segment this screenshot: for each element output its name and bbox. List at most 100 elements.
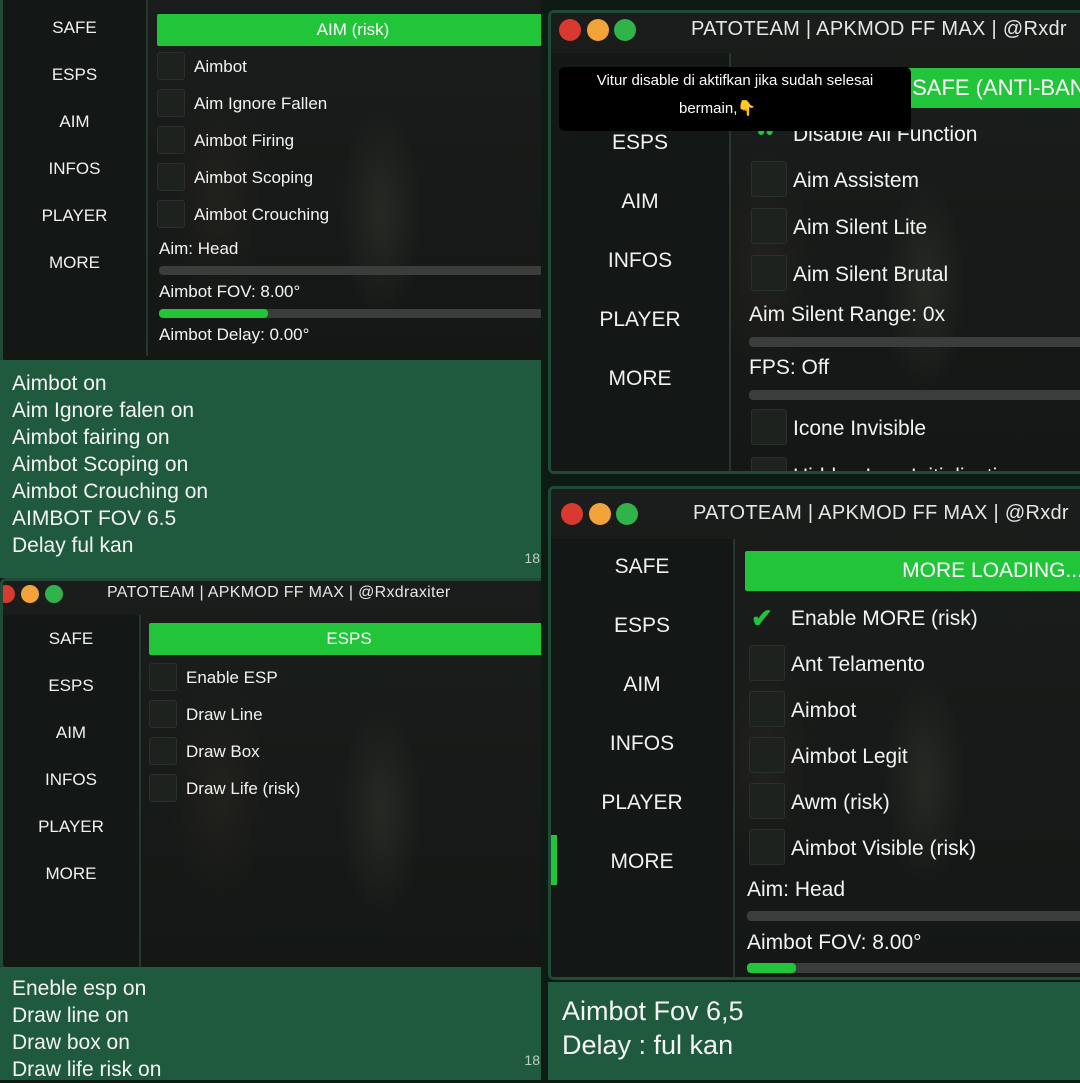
option-label: Draw Life (risk) [186, 779, 301, 798]
option-row[interactable]: Icone Invisible [743, 409, 1080, 449]
option-row[interactable]: Aim Assistem [743, 161, 1080, 201]
checkbox[interactable] [157, 126, 185, 154]
close-icon[interactable] [3, 585, 15, 603]
checkbox[interactable] [749, 737, 785, 773]
checkbox[interactable] [749, 829, 785, 865]
sidebar-item-esps[interactable]: ESPS [3, 65, 146, 85]
sidebar-item-safe[interactable]: SAFE [3, 629, 139, 649]
maximize-icon[interactable] [45, 585, 63, 603]
option-row[interactable]: Draw Line [149, 700, 543, 730]
sidebar: SAFE ESPS AIM INFOS PLAYER MORE [3, 0, 148, 356]
sidebar-item-infos[interactable]: INFOS [551, 732, 733, 756]
option-label: Icone Invisible [793, 417, 927, 440]
maximize-icon[interactable] [614, 19, 636, 41]
message-timestamp: 18 [524, 1052, 540, 1068]
fov-slider[interactable] [747, 963, 1080, 973]
caption-line: Aimbot Scoping on [12, 453, 189, 476]
minimize-icon[interactable] [589, 503, 611, 525]
option-row[interactable]: Aimbot Legit [745, 737, 1080, 777]
sidebar-item-esps[interactable]: ESPS [3, 676, 139, 696]
option-row[interactable]: Draw Box [149, 737, 543, 767]
tooltip-line: Vitur disable di aktifkan jika sudah sel… [596, 72, 874, 89]
option-label: Enable ESP [186, 668, 278, 687]
option-row[interactable]: Aim Silent Lite [743, 208, 1080, 248]
sidebar-item-infos[interactable]: INFOS [551, 249, 729, 273]
checkbox[interactable] [751, 208, 787, 244]
panel-aim: SAFE ESPS AIM INFOS PLAYER MORE AIM (ris… [0, 0, 546, 364]
checkbox[interactable] [149, 663, 177, 691]
option-label: Aim Silent Lite [793, 216, 928, 239]
close-icon[interactable] [561, 503, 583, 525]
option-row[interactable]: Aimbot [157, 52, 543, 82]
option-row[interactable]: Aimbot [745, 691, 1080, 731]
option-row[interactable]: Aimbot Firing [157, 126, 543, 156]
sidebar-item-infos[interactable]: INFOS [3, 770, 139, 790]
option-label: Draw Line [186, 705, 263, 724]
sidebar-item-player[interactable]: PLAYER [3, 206, 146, 226]
minimize-icon[interactable] [587, 19, 609, 41]
checkbox[interactable] [751, 457, 787, 471]
option-row[interactable]: Aim Ignore Fallen [157, 89, 543, 119]
delay-label: Aimbot Delay: 0.00° [159, 325, 310, 344]
sidebar-item-more[interactable]: MORE [3, 864, 139, 884]
checkbox[interactable] [157, 163, 185, 191]
checkbox[interactable] [149, 774, 177, 802]
checkbox[interactable] [157, 89, 185, 117]
checkbox[interactable] [149, 737, 177, 765]
minimize-icon[interactable] [21, 585, 39, 603]
option-row[interactable]: Aim Silent Brutal [743, 255, 1080, 295]
fov-label: Aimbot FOV: 8.00° [159, 282, 301, 301]
sidebar-item-aim[interactable]: AIM [3, 112, 146, 132]
sidebar-item-aim[interactable]: AIM [551, 190, 729, 214]
checkbox[interactable] [749, 645, 785, 681]
checkbox[interactable] [751, 161, 787, 197]
checkbox[interactable] [157, 200, 185, 228]
option-row[interactable]: Enable ESP [149, 663, 543, 693]
sidebar-item-safe[interactable]: SAFE [551, 555, 733, 579]
sidebar-item-player[interactable]: PLAYER [551, 308, 729, 332]
option-label: Enable MORE (risk) [791, 607, 978, 630]
option-row[interactable]: Draw Life (risk) [149, 774, 543, 804]
caption-line: Delay ful kan [12, 534, 134, 557]
caption-line: Delay : ful kan [562, 1030, 734, 1060]
option-row[interactable]: Aimbot Crouching [157, 200, 543, 230]
checkbox[interactable] [149, 700, 177, 728]
fps-slider[interactable] [749, 390, 1080, 400]
option-row[interactable]: ✔ Enable MORE (risk) [745, 599, 1080, 639]
panel-safe: PATOTEAM | APKMOD FF MAX | @Rxdr ESPS AI… [548, 10, 1080, 474]
aim-target-slider[interactable] [159, 266, 543, 275]
sidebar-item-more[interactable]: MORE [551, 367, 729, 391]
fps-label: FPS: Off [749, 356, 830, 379]
option-row[interactable]: Aimbot Visible (risk) [745, 829, 1080, 869]
sidebar-item-infos[interactable]: INFOS [3, 159, 146, 179]
maximize-icon[interactable] [616, 503, 638, 525]
sidebar-item-esps[interactable]: ESPS [551, 614, 733, 638]
sidebar-item-more[interactable]: MORE [3, 253, 146, 273]
option-row[interactable]: Awm (risk) [745, 783, 1080, 823]
silent-range-label: Aim Silent Range: 0x [749, 303, 946, 326]
sidebar-item-player[interactable]: PLAYER [551, 791, 733, 815]
silent-range-slider[interactable] [749, 337, 1080, 347]
option-row[interactable]: Hidden Icon Initialization [743, 457, 1080, 471]
checkbox[interactable] [749, 783, 785, 819]
close-icon[interactable] [559, 19, 581, 41]
content-area: ESPS Enable ESP Draw Line Draw Box Draw … [149, 615, 543, 967]
sidebar: SAFE ESPS AIM INFOS PLAYER MORE [551, 539, 735, 977]
sidebar-item-safe[interactable]: SAFE [3, 18, 146, 38]
option-row[interactable]: Ant Telamento [745, 645, 1080, 685]
aim-target-slider[interactable] [747, 911, 1080, 921]
sidebar-item-aim[interactable]: AIM [3, 723, 139, 743]
checkbox[interactable] [751, 255, 787, 291]
checkbox[interactable] [751, 409, 787, 445]
fov-slider[interactable] [159, 309, 543, 318]
checkbox[interactable] [749, 691, 785, 727]
checkbox[interactable] [157, 52, 185, 80]
option-row[interactable]: Aimbot Scoping [157, 163, 543, 193]
sidebar-item-aim[interactable]: AIM [551, 673, 733, 697]
sidebar-item-player[interactable]: PLAYER [3, 817, 139, 837]
caption-message: Eneble esp on Draw line on Draw box on D… [0, 967, 546, 1081]
panel-more: PATOTEAM | APKMOD FF MAX | @Rxdr SAFE ES… [548, 486, 1080, 980]
option-label: Aim Silent Brutal [793, 263, 949, 286]
sidebar-item-more[interactable]: MORE [551, 850, 733, 874]
sidebar-item-esps[interactable]: ESPS [551, 131, 729, 155]
